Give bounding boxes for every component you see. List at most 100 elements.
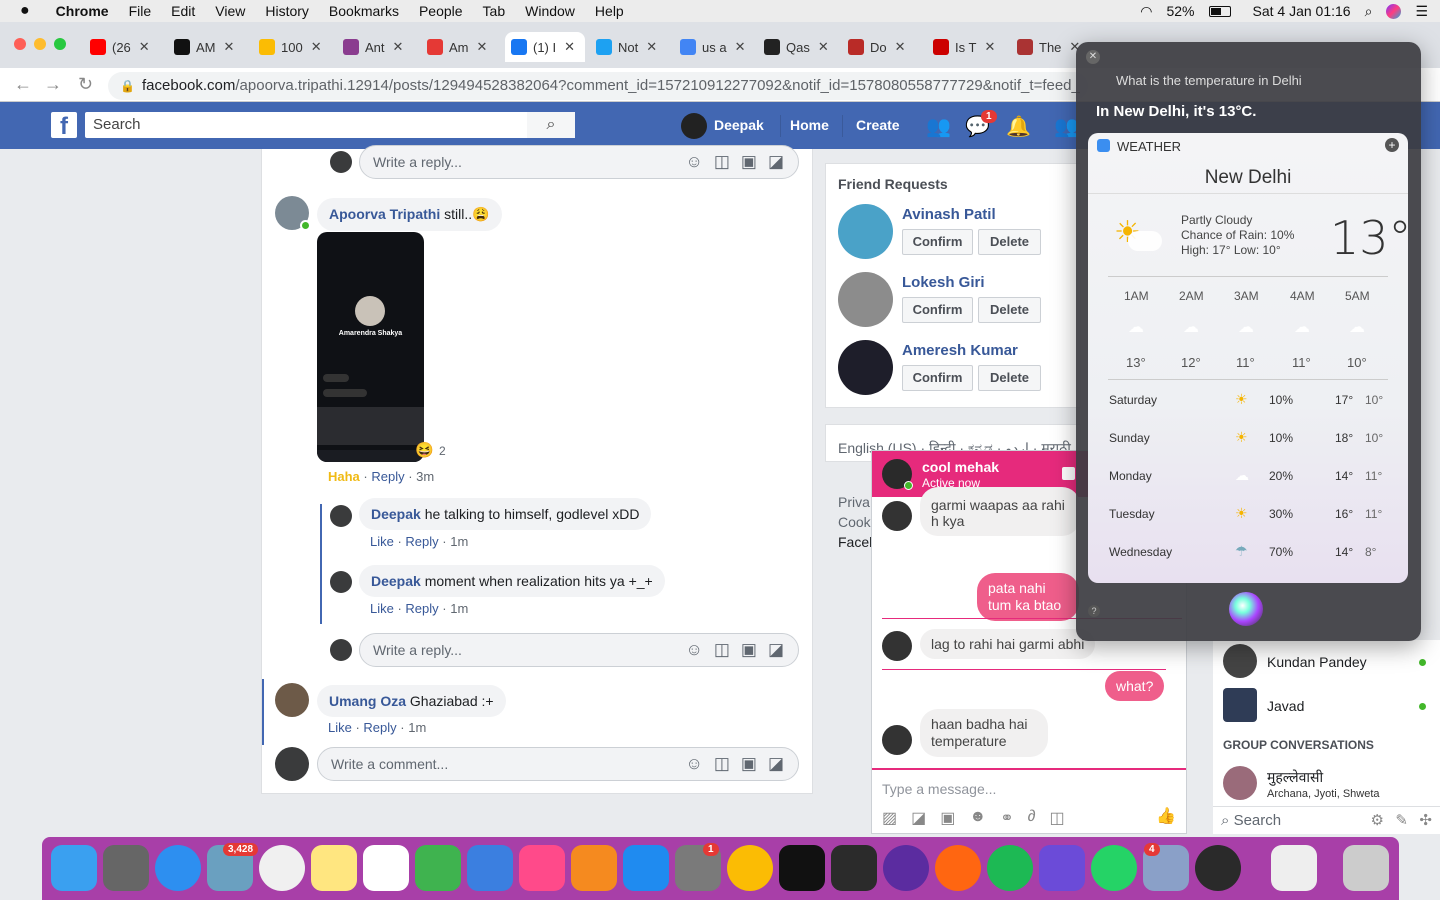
avatar[interactable] <box>330 571 352 593</box>
sublime-text-icon[interactable] <box>831 845 877 891</box>
avatar[interactable] <box>1223 688 1257 722</box>
browser-tab[interactable]: Do ✕ <box>842 32 922 62</box>
menu-help[interactable]: Help <box>595 3 624 19</box>
forward-icon[interactable]: → <box>44 74 62 95</box>
comment-time[interactable]: 1m <box>408 720 426 735</box>
reaction-count[interactable]: 2 <box>439 444 446 458</box>
comment-author[interactable]: Umang Oza <box>329 693 406 709</box>
siri-close-button[interactable]: ✕ <box>1086 50 1100 64</box>
reply-time[interactable]: 1m <box>450 601 468 616</box>
facebook-logo-icon[interactable]: f <box>51 112 77 138</box>
browser-tab[interactable]: Is T ✕ <box>927 32 1007 62</box>
menu-view[interactable]: View <box>215 3 245 19</box>
github-icon[interactable] <box>883 845 929 891</box>
reply-input[interactable]: Write a reply... ☺ ◫ ▣ ◪ <box>359 145 799 179</box>
attach-icon[interactable]: ∂ <box>1028 808 1036 828</box>
back-icon[interactable]: ← <box>14 74 32 95</box>
sticker-icon[interactable]: ◪ <box>768 146 784 178</box>
tab-close-icon[interactable]: ✕ <box>393 39 404 55</box>
nav-create[interactable]: Create <box>856 117 900 133</box>
reply-author[interactable]: Deepak <box>371 506 421 522</box>
comment-time[interactable]: 3m <box>416 469 434 484</box>
help-icon[interactable]: ? <box>1088 605 1100 617</box>
notes-icon[interactable] <box>311 845 357 891</box>
tab-close-icon[interactable]: ✕ <box>895 39 906 55</box>
keynote-icon[interactable] <box>467 845 513 891</box>
safari-icon[interactable] <box>155 845 201 891</box>
like-link[interactable]: Like <box>328 720 352 735</box>
spotify-icon[interactable] <box>987 845 1033 891</box>
sticker-icon[interactable]: ◪ <box>768 748 784 780</box>
gif-icon[interactable]: ▣ <box>741 146 757 178</box>
game-icon[interactable]: ⚭ <box>1000 808 1013 828</box>
avatar[interactable] <box>1223 644 1257 678</box>
sticker-icon[interactable]: ◪ <box>911 808 926 828</box>
close-window-button[interactable] <box>14 38 26 50</box>
gif-icon[interactable]: ▣ <box>940 808 955 828</box>
browser-tab[interactable]: 100 ✕ <box>253 32 333 62</box>
textedit-icon[interactable] <box>363 845 409 891</box>
zoom-window-button[interactable] <box>54 38 66 50</box>
reply-link[interactable]: Reply <box>371 469 404 484</box>
siri-query[interactable]: What is the temperature in Delhi <box>1116 73 1302 88</box>
like-link[interactable]: Like <box>370 534 394 549</box>
add-widget-icon[interactable]: + <box>1385 138 1399 152</box>
nav-home[interactable]: Home <box>790 117 829 133</box>
minimize-window-button[interactable] <box>34 38 46 50</box>
siri-orb-icon[interactable] <box>1229 592 1263 626</box>
facebook-search-input[interactable]: Search ⌕ <box>85 112 575 138</box>
tab-close-icon[interactable]: ✕ <box>646 39 657 55</box>
menu-edit[interactable]: Edit <box>171 3 195 19</box>
like-link[interactable]: Like <box>370 601 394 616</box>
sticker-icon[interactable]: ◪ <box>768 634 784 666</box>
emoji-icon[interactable]: ☺ <box>685 146 702 178</box>
firefox-icon[interactable] <box>935 845 981 891</box>
tab-close-icon[interactable]: ✕ <box>735 39 746 55</box>
photo-icon[interactable]: ▨ <box>882 808 897 828</box>
tab-close-icon[interactable]: ✕ <box>311 39 322 55</box>
delete-button[interactable]: Delete <box>978 297 1041 323</box>
numbers-icon[interactable] <box>415 845 461 891</box>
battery-icon[interactable] <box>1208 5 1231 17</box>
browser-tab[interactable]: us a ✕ <box>674 32 754 62</box>
avatar[interactable] <box>838 204 893 259</box>
footer-privacy[interactable]: Priva <box>838 492 872 512</box>
footer-cookies[interactable]: Cook <box>838 512 872 532</box>
menu-tab[interactable]: Tab <box>483 3 506 19</box>
menu-file[interactable]: File <box>129 3 152 19</box>
apple-menu-icon[interactable]: ● <box>20 2 30 20</box>
tab-close-icon[interactable]: ✕ <box>139 39 150 55</box>
emoji-icon[interactable]: ☻ <box>969 808 986 828</box>
delete-button[interactable]: Delete <box>978 365 1041 391</box>
new-message-icon[interactable]: ✎ <box>1395 811 1408 829</box>
itunes-icon[interactable] <box>519 845 565 891</box>
notification-center-icon[interactable]: ☰ <box>1415 3 1428 20</box>
friend-request-name[interactable]: Ameresh Kumar <box>902 342 1018 359</box>
camera-icon[interactable]: ◫ <box>714 634 730 666</box>
menu-bookmarks[interactable]: Bookmarks <box>329 3 399 19</box>
contact-name[interactable]: Javad <box>1267 698 1304 714</box>
create-group-icon[interactable]: ✣ <box>1419 811 1432 829</box>
tab-close-icon[interactable]: ✕ <box>818 39 829 55</box>
group-name[interactable]: मुहल्लेवासी <box>1267 768 1323 787</box>
avatar[interactable] <box>838 340 893 395</box>
menu-window[interactable]: Window <box>525 3 575 19</box>
friend-requests-icon[interactable]: 👥 <box>926 114 951 139</box>
emoji-icon[interactable]: ☺ <box>685 634 702 666</box>
chrome-icon[interactable] <box>727 845 773 891</box>
reply-author[interactable]: Deepak <box>371 573 421 589</box>
terminal-icon[interactable] <box>779 845 825 891</box>
launchpad-icon[interactable] <box>103 845 149 891</box>
friend-request-name[interactable]: Avinash Patil <box>902 206 996 223</box>
browser-tab[interactable]: Qas ✕ <box>758 32 838 62</box>
friend-requests-title[interactable]: Friend Requests <box>838 176 948 192</box>
chat-contact-name[interactable]: cool mehak <box>922 459 999 475</box>
menu-history[interactable]: History <box>265 3 309 19</box>
browser-tab[interactable]: (1) I ✕ <box>505 32 585 62</box>
photos-icon[interactable] <box>259 845 305 891</box>
notifications-icon[interactable]: 🔔 <box>1006 114 1031 139</box>
search-button[interactable]: ⌕ <box>527 112 575 138</box>
nav-profile-name[interactable]: Deepak <box>714 117 764 133</box>
menu-people[interactable]: People <box>419 3 463 19</box>
comment-author[interactable]: Apoorva Tripathi <box>329 206 440 222</box>
